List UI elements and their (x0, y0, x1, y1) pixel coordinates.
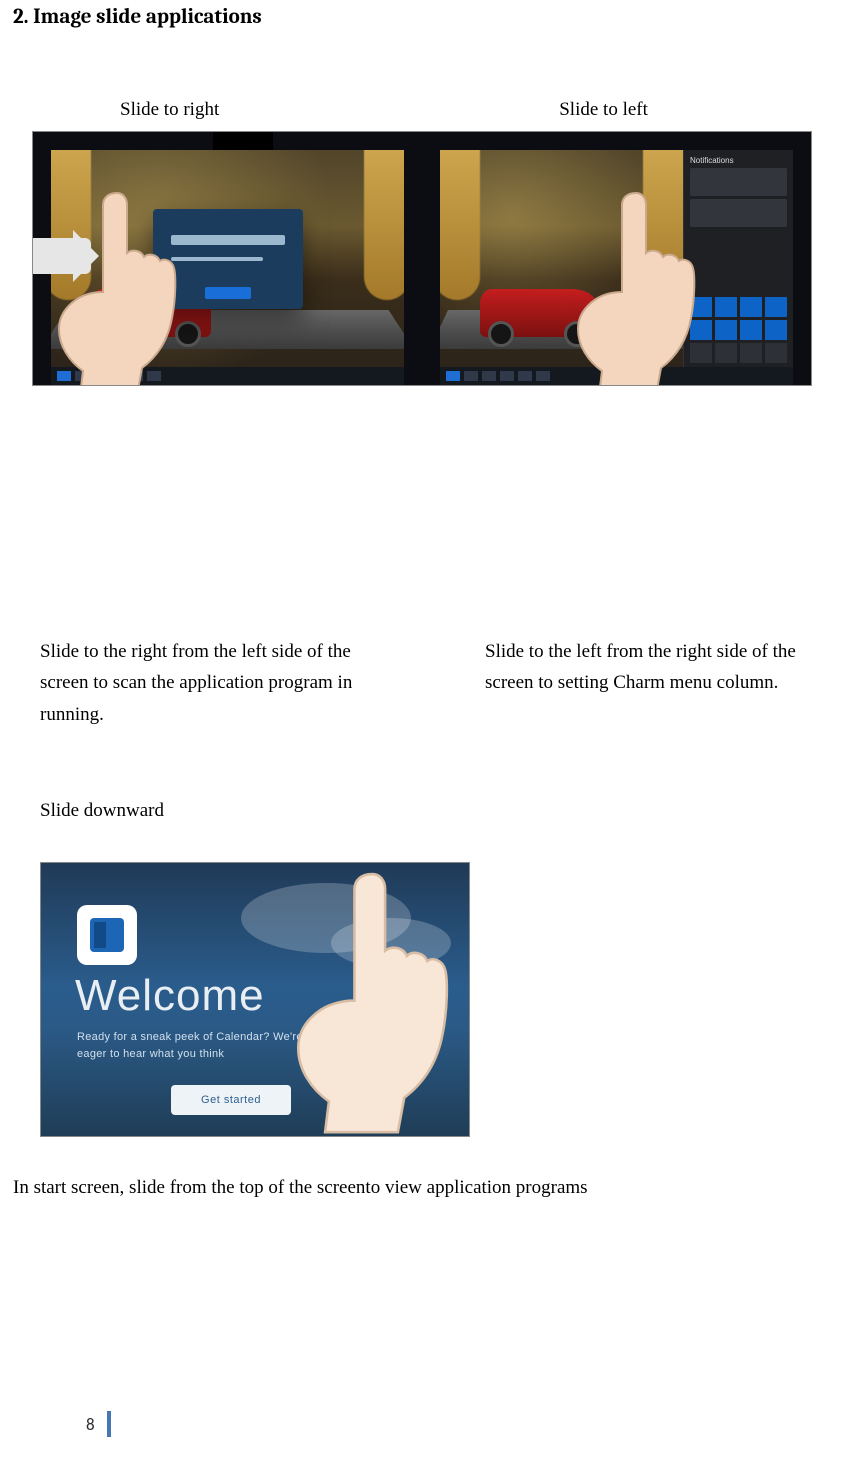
section-title: 2. Image slide applications (0, 0, 856, 29)
desc-slide-right: Slide to the right from the left side of… (40, 636, 360, 730)
hand-gesture-icon (552, 185, 732, 385)
footer-accent-bar (107, 1411, 111, 1437)
desc-slide-left: Slide to the left from the right side of… (485, 636, 835, 730)
label-slide-right: Slide to right (120, 99, 219, 121)
page-number: 8 (86, 1414, 95, 1435)
label-slide-left: Slide to left (559, 99, 648, 121)
hand-gesture-icon (33, 185, 213, 385)
figure-dual-swipe: Notifications (32, 131, 812, 386)
desc-slide-downward: In start screen, slide from the top of t… (13, 1177, 856, 1199)
hand-gesture-icon (265, 862, 470, 1137)
figure-slide-right (33, 132, 422, 385)
welcome-heading: Welcome (75, 971, 265, 1021)
label-slide-downward: Slide downward (40, 800, 856, 822)
page-footer: 8 (86, 1411, 111, 1437)
notification-title: Notifications (690, 156, 787, 165)
outlook-icon (77, 905, 137, 965)
figure-slide-downward: Welcome Ready for a sneak peek of Calend… (40, 862, 470, 1137)
figure-slide-left: Notifications (422, 132, 811, 385)
